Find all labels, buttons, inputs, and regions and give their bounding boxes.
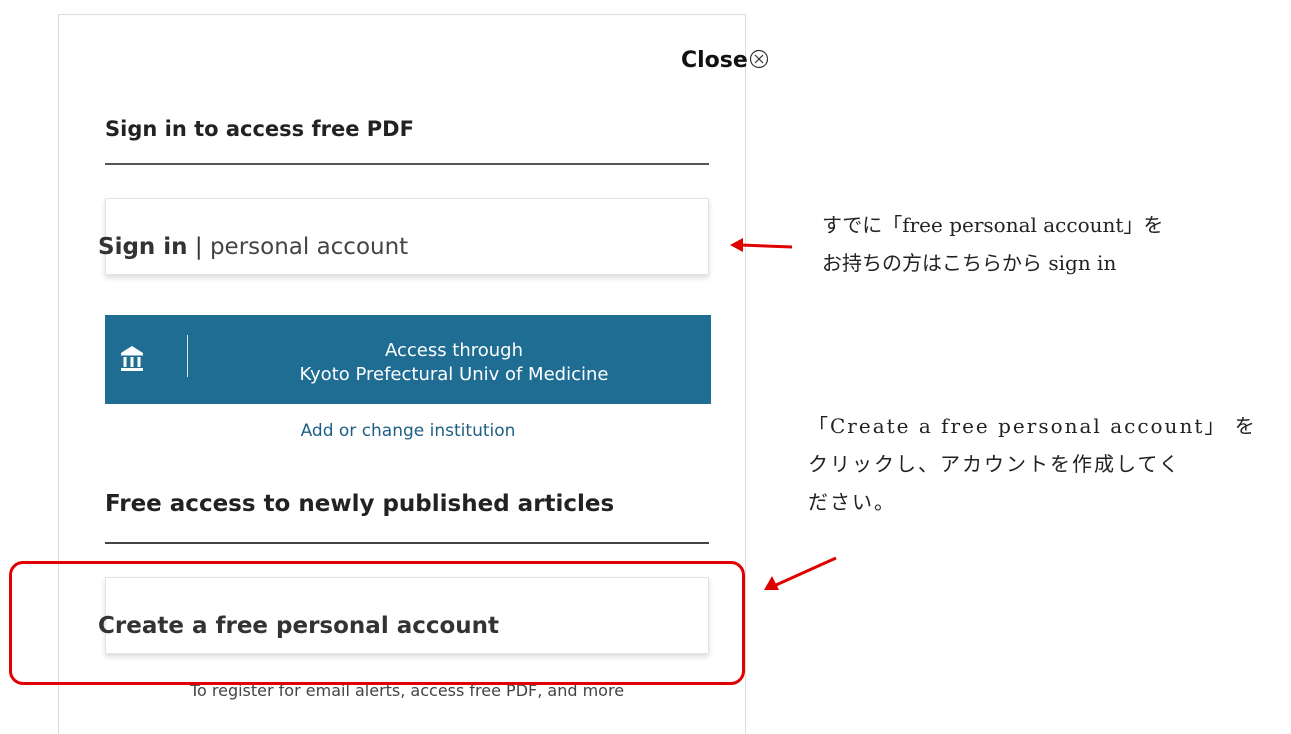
create-account-highlight-box	[9, 561, 745, 685]
signin-heading: Sign in to access free PDF	[105, 117, 414, 141]
access-through-institution-button[interactable]: Access through Kyoto Prefectural Univ of…	[105, 315, 711, 404]
close-label[interactable]: Close	[681, 48, 748, 73]
annotation-line: クリックし、アカウントを作成してく	[808, 452, 1181, 476]
free-access-heading: Free access to newly published articles	[105, 491, 615, 517]
sign-in-strong[interactable]: Sign in	[98, 234, 188, 260]
arrow-to-signin	[730, 238, 793, 252]
institution-label[interactable]: Access through Kyoto Prefectural Univ of…	[229, 339, 679, 387]
institution-divider	[187, 335, 188, 377]
annotation-line: 「Create a free personal account」 を	[808, 414, 1257, 438]
bank-building-icon	[121, 346, 143, 371]
annotation-line: お持ちの方はこちらから sign in	[822, 251, 1117, 275]
sign-in-separator: |	[194, 234, 203, 260]
annotation-line: ださい。	[808, 490, 896, 514]
close-circle-x-icon[interactable]	[749, 49, 769, 69]
annotation-signin-note: すでに「free personal account」を お持ちの方はこちらから …	[822, 206, 1163, 282]
institution-line-2[interactable]: Kyoto Prefectural Univ of Medicine	[229, 363, 679, 387]
sign-in-personal-label[interactable]: Sign in | personal account	[98, 234, 408, 260]
sign-in-rest[interactable]: personal account	[210, 234, 408, 260]
institution-line-1[interactable]: Access through	[229, 339, 679, 363]
annotation-line: すでに「free personal account」を	[822, 213, 1164, 237]
arrow-to-create-account	[764, 556, 837, 590]
heading-divider	[105, 163, 709, 165]
heading-divider-2	[105, 542, 709, 544]
annotation-create-note: 「Create a free personal account」 を クリックし…	[808, 407, 1257, 521]
close-button[interactable]: Close	[681, 48, 769, 73]
add-change-institution-link[interactable]: Add or change institution	[105, 421, 711, 441]
